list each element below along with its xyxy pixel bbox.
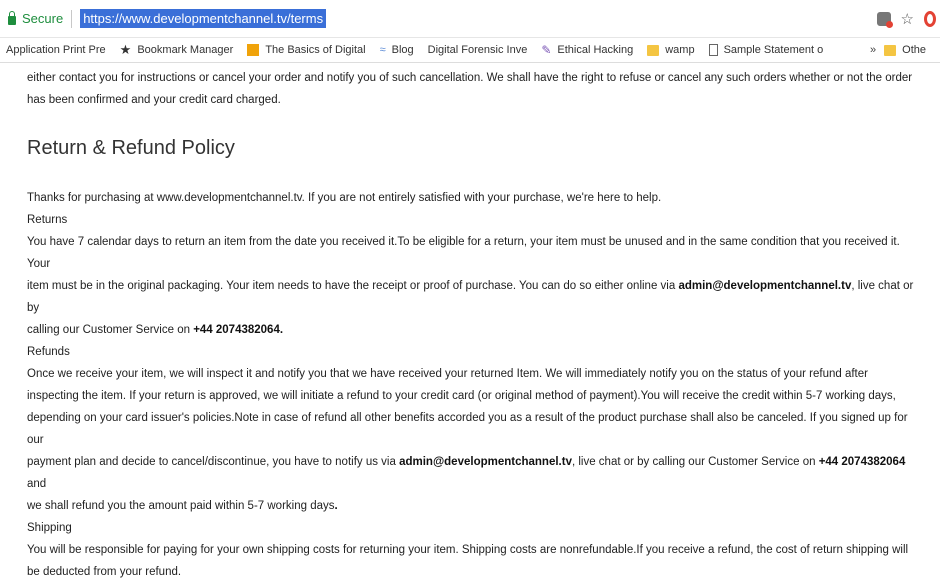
- shipping-paragraph: You will be responsible for paying for y…: [27, 544, 909, 578]
- refunds-email: admin@developmentchannel.tv: [399, 456, 572, 468]
- overflow-chevron-icon: »: [870, 44, 877, 56]
- bookmark-label: Sample Statement o: [723, 44, 824, 56]
- bookmark-manager[interactable]: ★ Bookmark Manager: [120, 42, 234, 58]
- bookmark-other[interactable]: Othe: [884, 44, 926, 56]
- bookmark-label: Blog: [391, 44, 414, 56]
- secure-label: Secure: [22, 11, 64, 26]
- returns-paragraph: You have 7 calendar days to return an it…: [27, 236, 914, 336]
- bookmark-star-icon[interactable]: ☆: [901, 10, 914, 28]
- address-bar[interactable]: Secure https://www.developmentchannel.tv…: [0, 0, 940, 38]
- refunds-paragraph: Once we receive your item, we will inspe…: [27, 368, 908, 512]
- bookmark-sample-statement[interactable]: Sample Statement o: [708, 44, 824, 56]
- address-divider: [71, 9, 73, 28]
- intro-paragraph: either contact you for instructions or c…: [27, 72, 913, 106]
- bookmarks-overflow-button[interactable]: »: [870, 44, 876, 56]
- document-icon: [708, 44, 718, 56]
- bookmark-label: Application Print Pre: [6, 44, 106, 56]
- refunds-phone: +44 2074382064: [818, 456, 906, 468]
- opera-icon[interactable]: [924, 10, 936, 27]
- returns-email: admin@developmentchannel.tv: [678, 280, 852, 292]
- bookmarks-bar: Application Print Pre ★ Bookmark Manager…: [0, 38, 940, 63]
- folder-icon: [647, 44, 660, 56]
- folder-icon: [884, 44, 897, 56]
- bookmark-basics-of-digital[interactable]: The Basics of Digital: [247, 44, 366, 56]
- star-icon: ★: [119, 42, 132, 57]
- bookmark-label: The Basics of Digital: [265, 44, 366, 56]
- orange-square-icon: [247, 44, 260, 56]
- bookmark-label: Digital Forensic Inve: [427, 44, 528, 56]
- page-heading: Return & Refund Policy: [27, 137, 235, 159]
- extension-icon[interactable]: [876, 11, 893, 28]
- bookmark-label: wamp: [665, 44, 695, 56]
- bookmark-wamp[interactable]: wamp: [647, 44, 695, 56]
- thanks-text: Thanks for purchasing at www.development…: [27, 192, 662, 204]
- bookmark-label: Othe: [902, 44, 926, 56]
- bookmark-blog[interactable]: ≈ Blog: [380, 44, 414, 56]
- returns-phone: +44 2074382064.: [193, 324, 284, 336]
- lock-icon: [8, 10, 16, 25]
- bookmark-label: Bookmark Manager: [137, 44, 234, 56]
- blog-icon: ≈: [379, 44, 386, 56]
- hacker-icon: ✎: [541, 43, 552, 57]
- returns-title: Returns: [27, 214, 68, 226]
- bookmark-ethical-hacking[interactable]: ✎ Ethical Hacking: [541, 43, 633, 57]
- bookmark-digital-forensic[interactable]: Digital Forensic Inve: [428, 44, 528, 56]
- url-text[interactable]: https://www.developmentchannel.tv/terms: [80, 9, 327, 28]
- bookmark-label: Ethical Hacking: [557, 44, 634, 56]
- page-content: either contact you for instructions or c…: [0, 63, 940, 583]
- bookmark-application-print[interactable]: Application Print Pre: [6, 44, 106, 56]
- shipping-title: Shipping: [27, 522, 72, 534]
- refunds-title: Refunds: [27, 346, 70, 358]
